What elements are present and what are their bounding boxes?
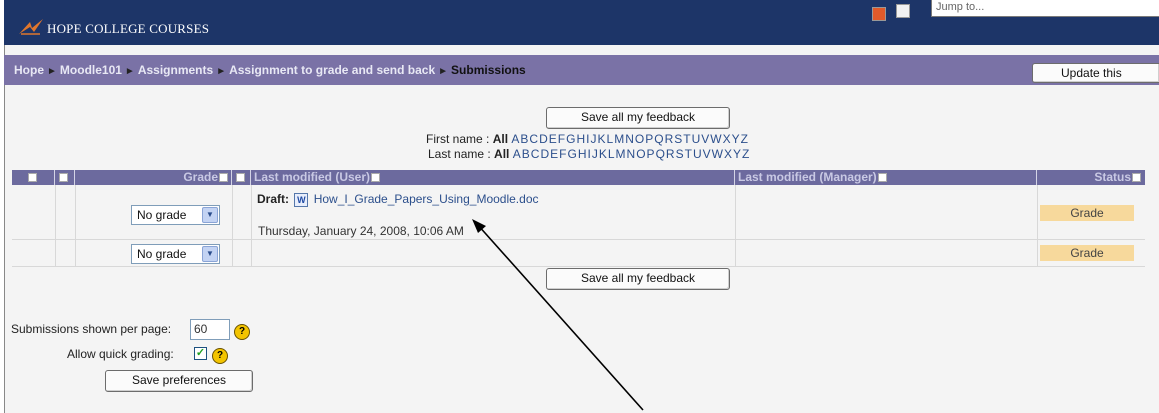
annotation-arrow-icon (472, 219, 644, 411)
